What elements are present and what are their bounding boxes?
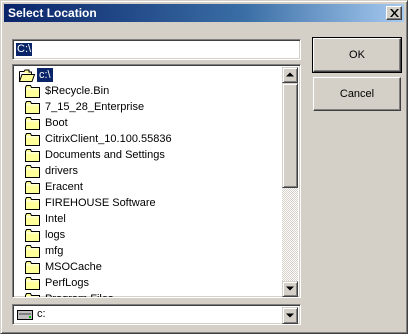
list-item-label: Intel [45,213,66,225]
list-item-label: c:\ [37,68,53,82]
select-location-dialog: Select Location C:\ OK Cancel c:\ $Recycl… [0,0,408,334]
folder-icon [25,293,40,297]
folder-icon [25,149,40,162]
list-item-label: Boot [45,117,68,129]
list-item[interactable]: $Recycle.Bin [15,83,283,99]
drive-value: c: [37,308,46,320]
list-item[interactable]: Documents and Settings [15,147,283,163]
list-item-label: Program Files [45,292,113,297]
folder-list: c:\ $Recycle.Bin 7_15_28_Enterprise Boot Cit… [15,67,283,297]
folder-icon [25,213,40,226]
folder-icon [25,277,40,290]
list-item[interactable]: Eracent [15,179,283,195]
folder-listbox[interactable]: c:\ $Recycle.Bin 7_15_28_Enterprise Boot Cit… [12,64,301,298]
path-input[interactable] [15,42,300,57]
list-item-root-drive[interactable]: c:\ [15,67,283,83]
cancel-button[interactable]: Cancel [313,77,401,111]
chevron-down-icon [286,313,294,318]
folder-icon [25,85,40,98]
list-item-label: Documents and Settings [45,149,165,161]
folder-icon [25,197,40,210]
list-item[interactable]: MSOCache [15,259,283,275]
list-item[interactable]: Intel [15,211,283,227]
list-item[interactable]: logs [15,227,283,243]
list-item-label: CitrixClient_10.100.55836 [45,133,172,145]
list-item[interactable]: Boot [15,115,283,131]
folder-icon [25,165,40,178]
folder-icon [25,181,40,194]
dropdown-button[interactable] [282,307,298,324]
arrow-up-icon [286,72,294,77]
folder-icon [25,117,40,130]
folder-icon [25,101,40,114]
list-item-label: $Recycle.Bin [45,85,110,97]
list-item-label: PerfLogs [45,277,90,289]
arrow-down-icon [286,286,294,291]
list-item[interactable]: mfg [15,243,283,259]
list-item-label: MSOCache [45,261,102,273]
scroll-up-button[interactable] [282,67,298,83]
window-title: Select Location [8,6,97,20]
close-button[interactable] [386,6,402,20]
hard-drive-icon [17,310,33,320]
open-folder-icon [19,69,35,82]
ok-button[interactable]: OK [312,37,402,73]
list-item-label: FIREHOUSE Software [45,197,156,209]
list-item[interactable]: drivers [15,163,283,179]
scroll-down-button[interactable] [282,281,298,297]
list-item-label: mfg [45,245,64,257]
list-item[interactable]: 7_15_28_Enterprise [15,99,283,115]
folder-icon [25,229,40,242]
scroll-thumb[interactable] [282,83,298,188]
list-item-label: 7_15_28_Enterprise [45,101,145,113]
drive-dropdown[interactable]: c: [12,304,301,325]
folder-icon [25,133,40,146]
path-field[interactable]: C:\ [12,39,301,60]
list-item-label: logs [45,229,66,241]
list-item-label: Eracent [45,181,83,193]
folder-icon [25,245,40,258]
list-item[interactable]: FIREHOUSE Software [15,195,283,211]
list-item-label: drivers [45,165,79,177]
list-item[interactable]: CitrixClient_10.100.55836 [15,131,283,147]
folder-icon [25,261,40,274]
title-bar[interactable]: Select Location [4,4,404,22]
vertical-scrollbar[interactable] [282,67,298,297]
list-item[interactable]: Program Files [15,291,283,297]
close-icon [390,9,399,17]
list-item[interactable]: PerfLogs [15,275,283,291]
